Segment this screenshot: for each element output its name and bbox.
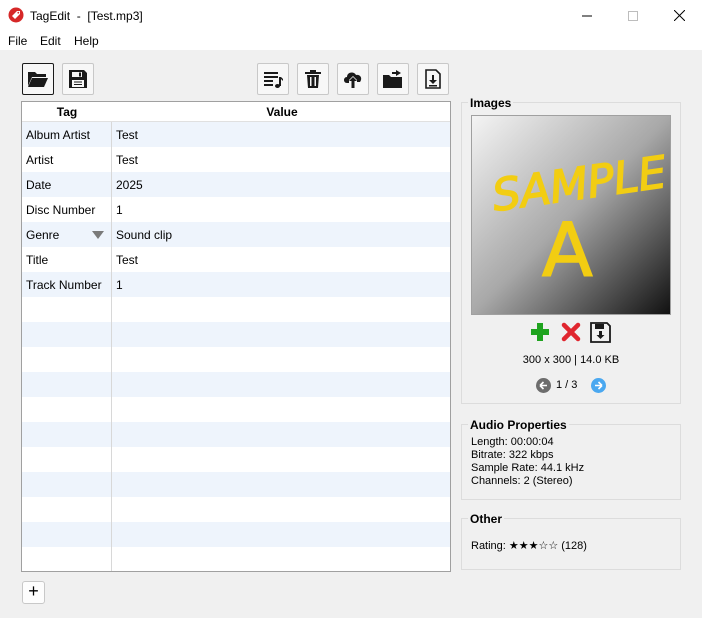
maximize-icon [628,10,638,21]
table-row[interactable]: Track Number 1 [22,272,450,297]
cover-text-letter: A [542,208,593,294]
cloud-upload-icon [344,72,362,88]
folder-open-icon [28,72,48,87]
header-tag[interactable]: Tag [22,105,112,119]
close-icon [673,10,685,21]
audio-bitrate: Bitrate: 322 kbps [471,449,554,461]
empty-row[interactable] [22,372,450,397]
other-title: Other [468,512,505,526]
genre-dropdown-icon[interactable] [92,231,104,239]
table-header: Tag Value [22,102,450,122]
empty-row[interactable] [22,347,450,372]
empty-row[interactable] [22,447,450,472]
upload-button[interactable] [337,63,369,95]
arrow-right-icon [595,381,603,390]
prev-image-button[interactable] [536,378,551,393]
download-button[interactable] [417,63,449,95]
open-button[interactable] [22,63,54,95]
tag-cell[interactable]: Track Number [26,278,102,292]
next-image-button[interactable] [591,378,606,393]
table-row[interactable]: Genre Sound clip [22,222,450,247]
add-image-button[interactable] [530,322,550,345]
delete-button[interactable] [297,63,329,95]
menu-file[interactable]: File [8,34,27,48]
cover-art: SAMPLE A [488,146,670,294]
empty-row[interactable] [22,322,450,347]
value-cell[interactable]: 1 [116,278,123,292]
value-cell[interactable]: Test [116,128,138,142]
arrow-left-icon [539,381,547,390]
menu-bar: File Edit Help [0,31,702,51]
image-pager: 1 / 3 [556,379,578,391]
audio-sample-rate: Sample Rate: 44.1 kHz [471,462,585,474]
maximize-button[interactable] [610,0,656,31]
value-cell[interactable]: 2025 [116,178,143,192]
tag-cell[interactable]: Genre [26,228,59,242]
save-icon [69,70,87,88]
empty-row[interactable] [22,397,450,422]
save-image-icon [590,322,611,343]
tag-cell[interactable]: Disc Number [26,203,95,217]
tags-list-icon [264,72,283,88]
remove-x-icon [561,322,581,342]
audio-length: Length: 00:00:04 [471,436,554,448]
table-row[interactable]: Date 2025 [22,172,450,197]
tag-cell[interactable]: Artist [26,153,53,167]
trash-icon [305,70,321,88]
rating: Rating: ★★★☆☆ (128) [471,540,587,552]
header-value[interactable]: Value [112,105,450,119]
minimize-button[interactable] [564,0,610,31]
column-divider [111,102,112,571]
empty-row[interactable] [22,547,450,571]
menu-edit[interactable]: Edit [40,34,61,48]
audio-properties-title: Audio Properties [468,418,569,432]
plus-icon [531,323,549,341]
value-cell[interactable]: Test [116,253,138,267]
tags-list-button[interactable] [257,63,289,95]
save-button[interactable] [62,63,94,95]
export-button[interactable] [377,63,409,95]
audio-channels: Channels: 2 (Stereo) [471,475,573,487]
tag-cell[interactable]: Date [26,178,51,192]
empty-row[interactable] [22,497,450,522]
image-info: 300 x 300 | 14.0 KB [522,354,620,366]
empty-row[interactable] [22,297,450,322]
tag-cell[interactable]: Album Artist [26,128,90,142]
cover-image[interactable]: SAMPLE A [471,115,671,315]
table-row[interactable]: Album Artist Test [22,122,450,147]
add-tag-button[interactable]: + [22,581,45,604]
folder-export-icon [383,70,402,88]
tag-cell[interactable]: Title [26,253,48,267]
value-cell[interactable]: 1 [116,203,123,217]
title-bar: TagEdit - [Test.mp3] [0,0,702,31]
window-title: TagEdit - [Test.mp3] [30,9,143,23]
empty-row[interactable] [22,422,450,447]
table-row[interactable]: Title Test [22,247,450,272]
value-cell[interactable]: Sound clip [116,228,172,242]
tag-table: Album Artist Test Artist Test Date 2025 Disc N… [21,101,451,572]
value-cell[interactable]: Test [116,153,138,167]
table-row[interactable]: Disc Number 1 [22,197,450,222]
minimize-icon [582,15,592,16]
images-title: Images [468,96,514,110]
empty-row[interactable] [22,522,450,547]
empty-row[interactable] [22,472,450,497]
close-button[interactable] [656,0,702,31]
app-tag-icon [8,7,24,23]
table-row[interactable]: Artist Test [22,147,450,172]
remove-image-button[interactable] [561,322,581,345]
save-image-button[interactable] [590,322,611,346]
file-download-icon [425,69,441,89]
menu-help[interactable]: Help [74,34,99,48]
